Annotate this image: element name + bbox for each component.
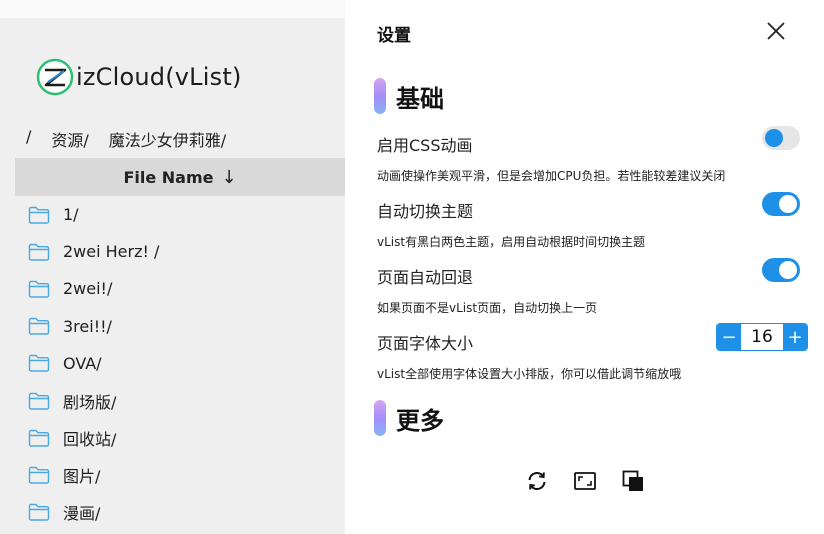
css-animation-toggle[interactable] [762,126,800,150]
file-row-folder[interactable]: 图片/ [15,456,345,493]
folder-icon [28,355,50,373]
settings-panel: 设置 基础 启用CSS动画 动画使操作美观平滑，但是会增加CPU负担。若性能较差… [345,0,824,534]
file-name: 1/ [63,205,79,225]
brand[interactable]: izCloud(vList) [36,58,242,96]
css-animation-desc: 动画使操作美观平滑，但是会增加CPU负担。若性能较差建议关闭 [377,169,726,183]
css-animation-label: 启用CSS动画 [377,136,473,155]
folder-icon [28,317,50,335]
section-accent-bar [374,400,386,436]
close-icon[interactable] [764,19,788,43]
folder-icon [28,503,50,521]
auto-back-desc: 如果页面不是vList页面，自动切换上一页 [377,301,598,315]
breadcrumb-current[interactable]: 魔法少女伊莉雅/ [109,127,226,151]
section-basic-title: 基础 [396,84,444,113]
file-row-folder[interactable]: 剧场版/ [15,382,345,419]
auto-theme-desc: vList有黑白两色主题，启用自动根据时间切换主题 [377,235,646,249]
breadcrumb-root[interactable]: / [26,127,31,151]
file-name: 2wei!/ [63,279,113,299]
font-size-decrease-button[interactable]: − [717,324,741,350]
file-row-folder[interactable]: 3rei!!/ [15,308,345,345]
toggle-knob [779,195,797,213]
folder-icon [28,392,50,410]
file-row-folder[interactable]: 2wei!/ [15,270,345,307]
file-name: 剧场版/ [63,392,117,412]
auto-back-toggle[interactable] [762,258,800,282]
font-size-desc: vList全部使用字体设置大小排版，你可以借此调节缩放哦 [377,367,682,381]
sort-arrow-icon: ↓ [221,166,237,188]
file-list: 1/ 2wei Herz! / 2wei!/ 3rei!!/ OVA/ 剧场版/… [15,196,345,531]
file-name: 漫画/ [63,504,101,524]
folder-icon [28,280,50,298]
file-row-folder[interactable]: OVA/ [15,345,345,382]
file-name: 3rei!!/ [63,316,112,336]
font-size-increase-button[interactable]: + [783,324,807,350]
folder-icon [28,243,50,261]
file-name-column-header[interactable]: File Name ↓ [15,158,345,196]
settings-title: 设置 [377,26,411,46]
auto-theme-toggle[interactable] [762,192,800,216]
section-basic: 基础 [374,78,444,114]
column-header-label: File Name [123,167,214,187]
fullscreen-icon[interactable] [573,469,597,493]
file-row-folder[interactable]: 回收站/ [15,419,345,456]
file-name: 回收站/ [63,429,117,449]
theme-switch-icon[interactable] [621,469,645,493]
folder-icon [28,466,50,484]
file-row-folder[interactable]: 1/ [15,196,345,233]
auto-back-label: 页面自动回退 [377,268,474,287]
section-accent-bar [374,78,386,114]
file-row-folder[interactable]: 2wei Herz! / [15,233,345,270]
font-size-value[interactable]: 16 [741,324,783,350]
brand-name: izCloud(vList) [76,63,242,91]
auto-theme-label: 自动切换主题 [377,202,474,221]
folder-icon [28,206,50,224]
file-name: OVA/ [63,353,102,373]
toggle-knob [765,129,783,147]
breadcrumb: / 资源/ 魔法少女伊莉雅/ [26,127,246,151]
folder-icon [28,429,50,447]
breadcrumb-resources[interactable]: 资源/ [51,127,88,151]
refresh-icon[interactable] [525,469,549,493]
font-size-stepper: − 16 + [716,323,808,351]
toggle-knob [779,261,797,279]
file-browser-pane: izCloud(vList) / 资源/ 魔法少女伊莉雅/ File Name … [0,0,345,534]
izcloud-logo-icon [36,58,74,96]
section-more: 更多 [374,400,444,436]
font-size-label: 页面字体大小 [377,334,474,353]
section-more-title: 更多 [396,406,444,435]
file-name: 图片/ [63,466,101,486]
file-name: 2wei Herz! / [63,242,160,262]
file-row-folder[interactable]: 漫画/ [15,494,345,531]
